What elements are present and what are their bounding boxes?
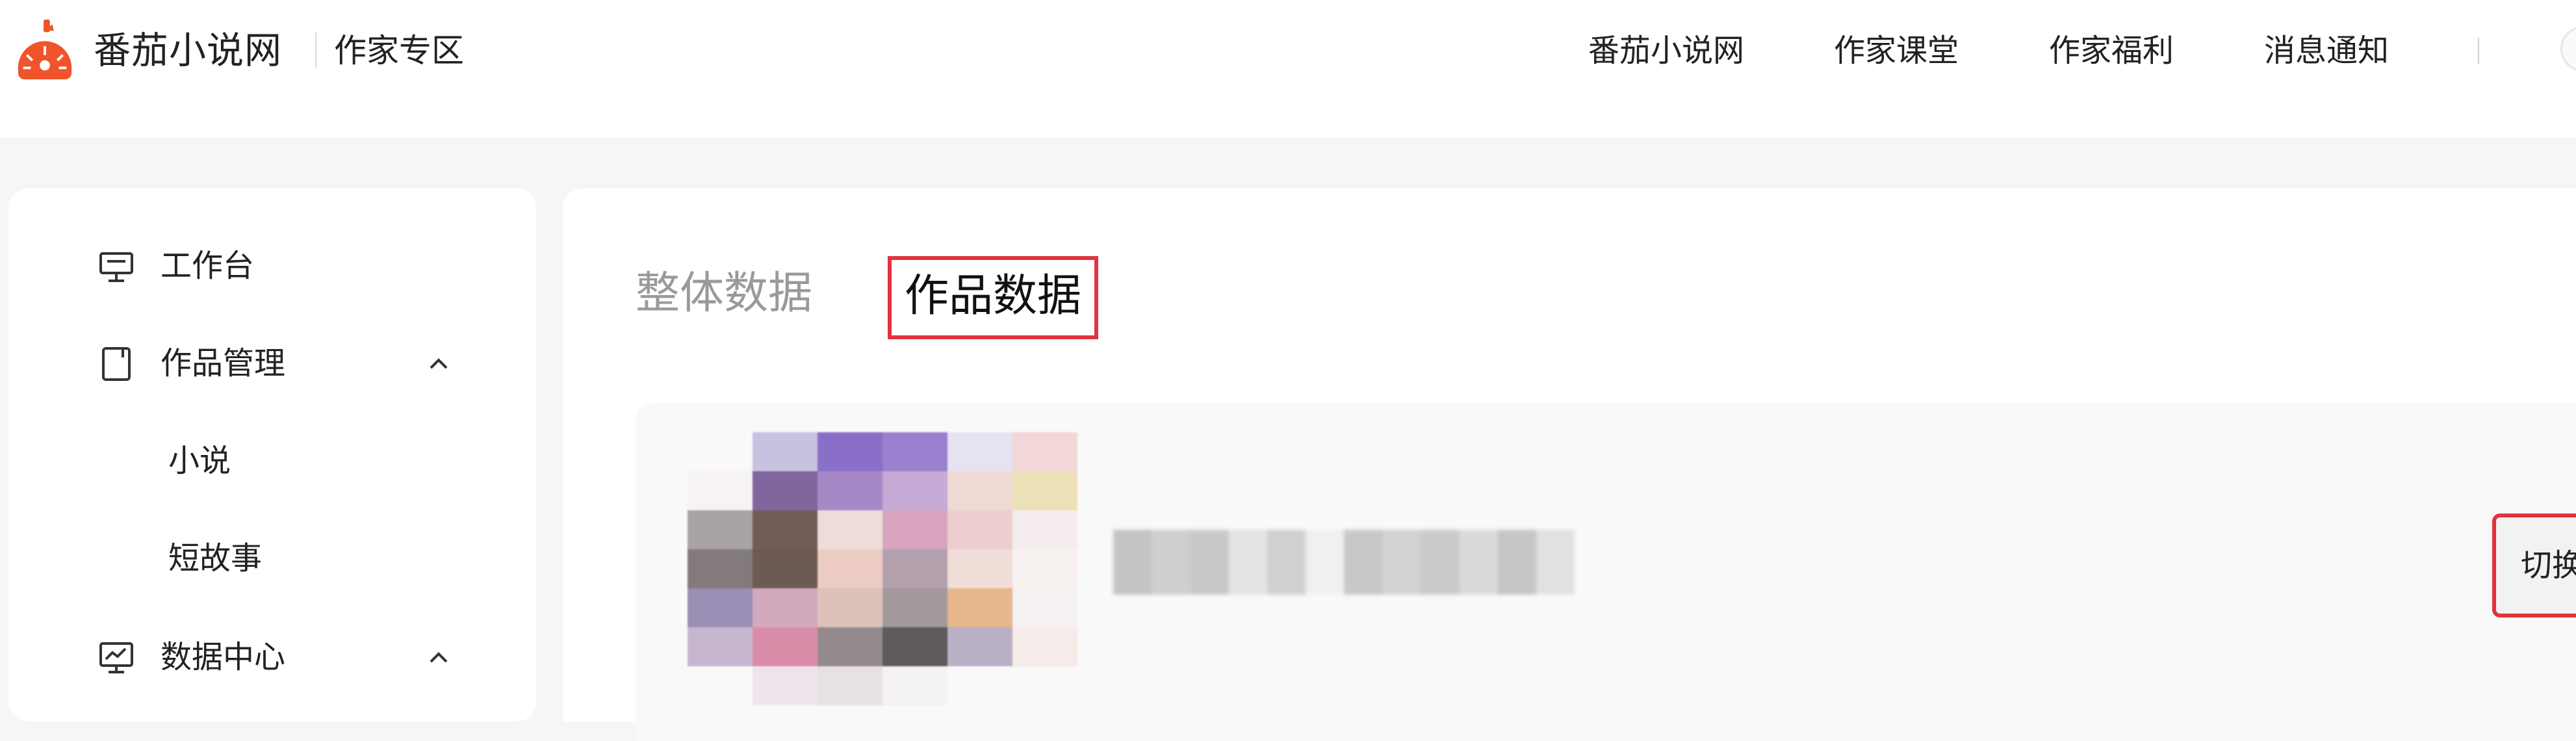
nav-divider bbox=[2478, 38, 2479, 64]
brand-divider bbox=[315, 32, 316, 68]
chevron-up-icon[interactable] bbox=[424, 350, 453, 378]
avatar[interactable] bbox=[2560, 26, 2576, 72]
sidebar-item-workbench[interactable]: 工作台 bbox=[8, 226, 536, 304]
sidebar-subitem-short-story[interactable]: 短故事 bbox=[8, 519, 536, 597]
sidebar-subitem-label: 小说 bbox=[168, 443, 231, 479]
tab-overall-data[interactable]: 整体数据 bbox=[636, 263, 812, 325]
nav-writer-class[interactable]: 作家课堂 bbox=[1834, 25, 1959, 77]
monitor-icon bbox=[99, 252, 133, 282]
sidebar-item-data-center[interactable]: 数据中心 bbox=[8, 618, 536, 696]
nav-fanqie-novel[interactable]: 番茄小说网 bbox=[1588, 25, 1744, 77]
work-info-panel: 切换作品 bbox=[636, 403, 2576, 741]
author-zone-label: 作家专区 bbox=[334, 32, 464, 70]
top-header: 番茄小说网 作家专区 番茄小说网 作家课堂 作家福利 消息通知 bbox=[0, 0, 2576, 138]
sidebar-subitem-label: 短故事 bbox=[168, 540, 263, 577]
chart-monitor-icon bbox=[99, 642, 133, 673]
main-content: 整体数据 作品数据 切换作品 bbox=[563, 188, 2576, 741]
tomato-logo-icon[interactable] bbox=[13, 18, 77, 82]
sidebar-item-label: 作品管理 bbox=[161, 345, 286, 382]
nav-writer-welfare[interactable]: 作家福利 bbox=[2049, 25, 2174, 77]
sidebar: 工作台 作品管理 小说 短故事 数据中心 bbox=[8, 188, 536, 722]
switch-work-label: 切换作品 bbox=[2521, 547, 2576, 584]
sidebar-subitem-novel[interactable]: 小说 bbox=[8, 421, 536, 499]
brand-name[interactable]: 番茄小说网 bbox=[94, 25, 282, 77]
work-cover-image bbox=[688, 432, 1077, 705]
sidebar-item-label: 工作台 bbox=[161, 248, 255, 284]
work-title-pixelated bbox=[1113, 530, 1575, 595]
nav-notifications[interactable]: 消息通知 bbox=[2264, 25, 2389, 77]
sidebar-item-works-management[interactable]: 作品管理 bbox=[8, 324, 536, 402]
book-icon bbox=[102, 347, 131, 381]
switch-work-button[interactable]: 切换作品 bbox=[2492, 514, 2576, 618]
chevron-up-icon[interactable] bbox=[424, 644, 453, 672]
sidebar-item-label: 数据中心 bbox=[161, 639, 286, 675]
tab-works-data[interactable]: 作品数据 bbox=[888, 256, 1099, 339]
